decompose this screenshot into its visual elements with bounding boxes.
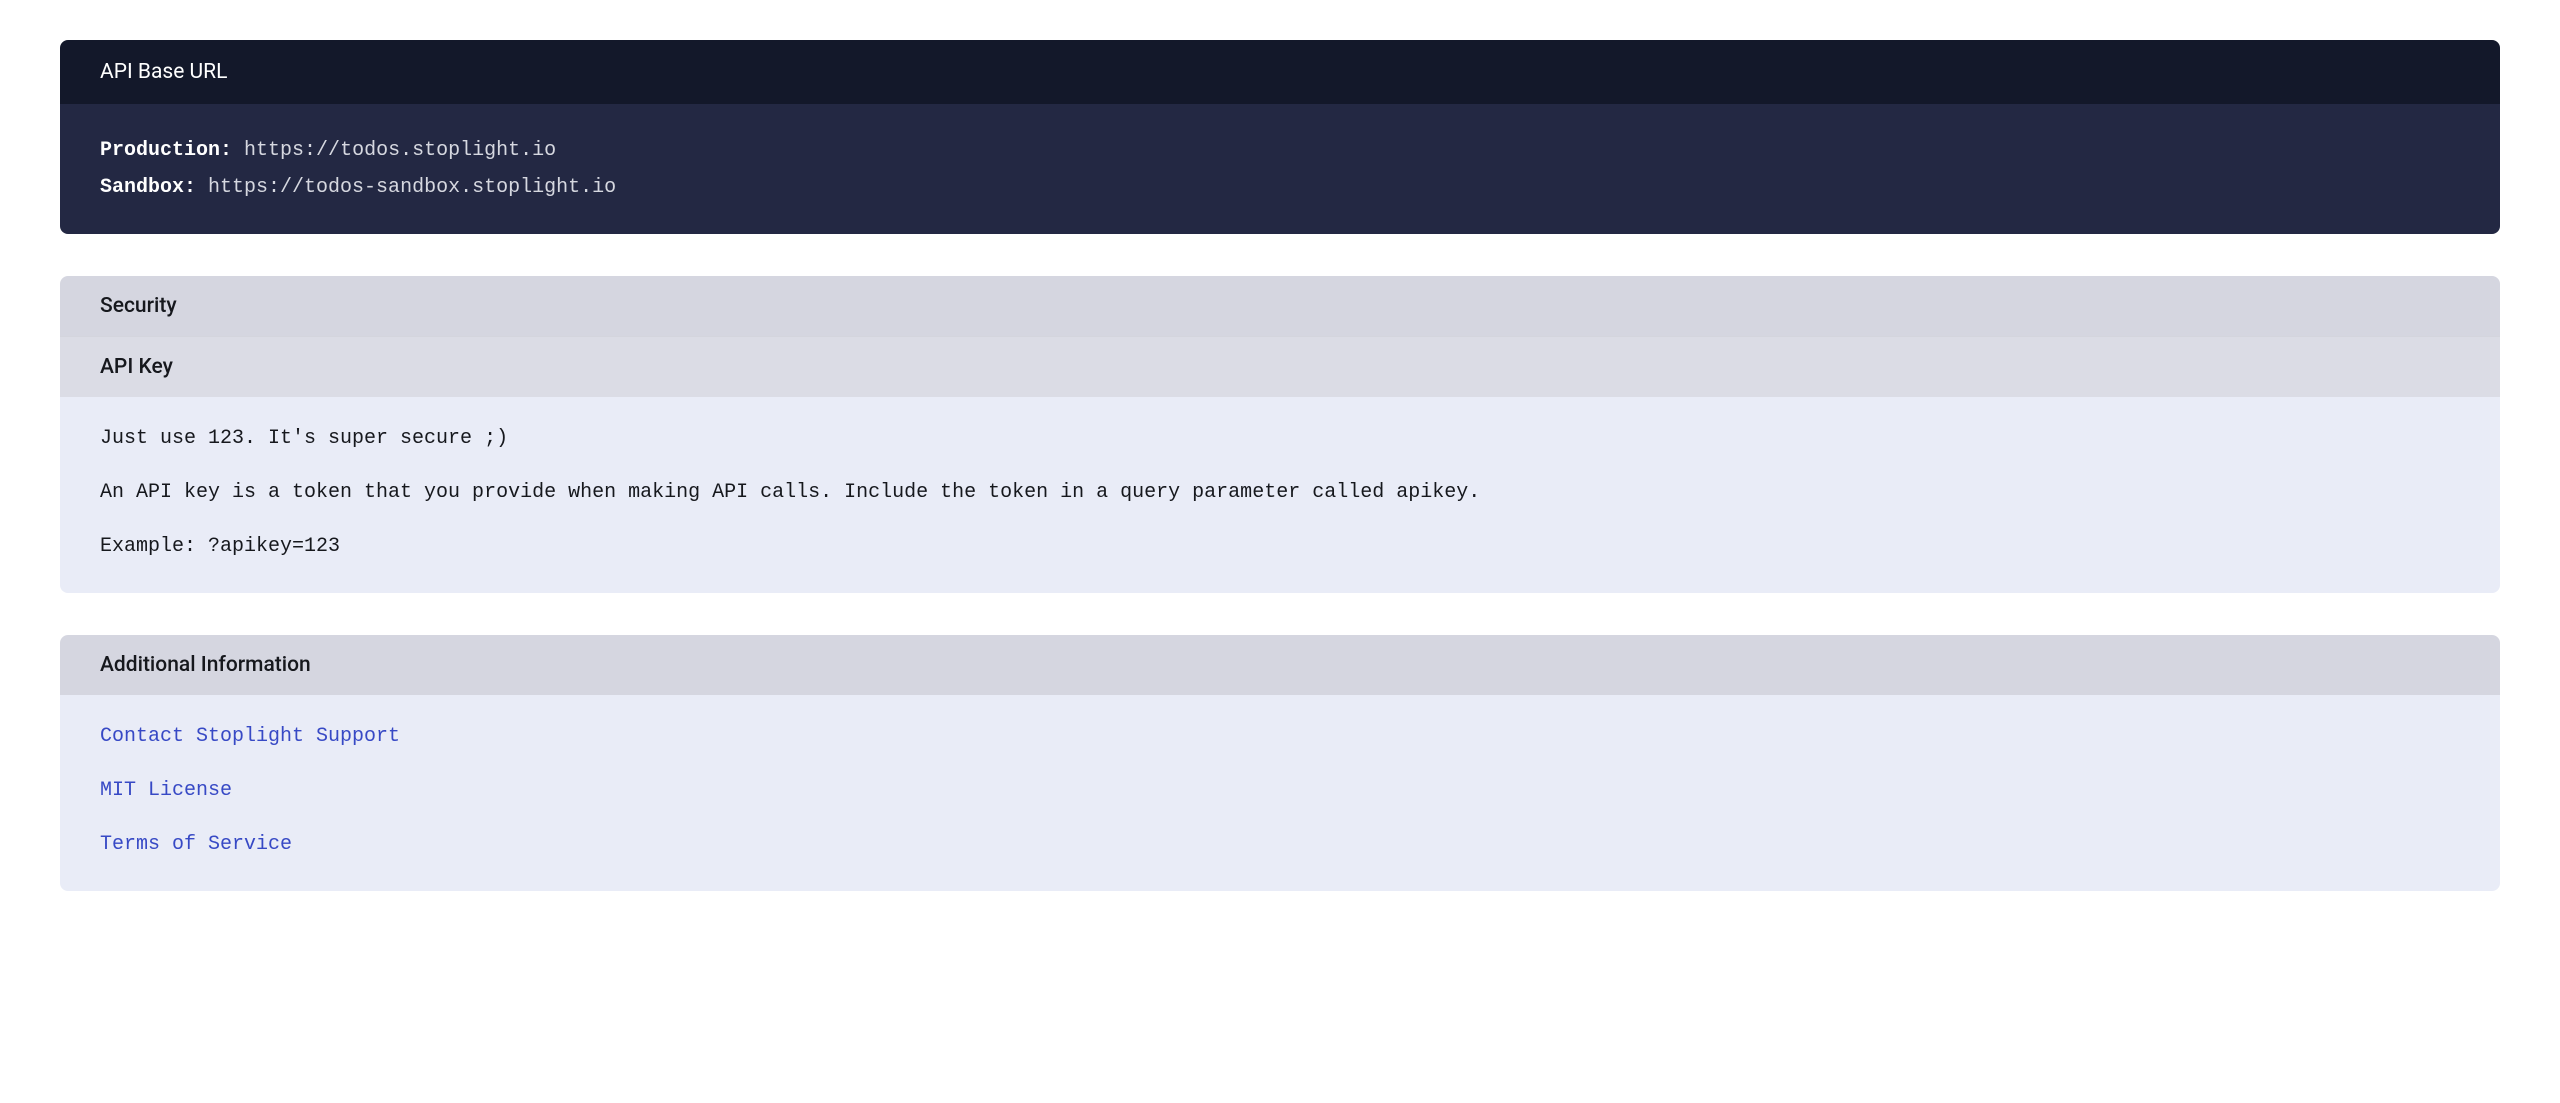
- server-row: Sandbox: https://todos-sandbox.stoplight…: [100, 169, 2460, 206]
- security-subheader: API Key: [60, 336, 2500, 397]
- additional-info-body: Contact Stoplight Support MIT License Te…: [60, 695, 2500, 891]
- api-base-url-body: Production: https://todos.stoplight.io S…: [60, 104, 2500, 234]
- contact-support-link[interactable]: Contact Stoplight Support: [100, 721, 2460, 753]
- security-body: Just use 123. It's super secure ;) An AP…: [60, 397, 2500, 593]
- license-link[interactable]: MIT License: [100, 775, 2460, 807]
- server-label: Production:: [100, 139, 232, 162]
- server-row: Production: https://todos.stoplight.io: [100, 132, 2460, 169]
- additional-info-panel: Additional Information Contact Stoplight…: [60, 635, 2500, 891]
- server-url: https://todos-sandbox.stoplight.io: [208, 176, 616, 199]
- server-url: https://todos.stoplight.io: [244, 139, 556, 162]
- additional-info-header: Additional Information: [60, 635, 2500, 695]
- security-panel: Security API Key Just use 123. It's supe…: [60, 276, 2500, 593]
- api-base-url-panel: API Base URL Production: https://todos.s…: [60, 40, 2500, 234]
- security-text: Just use 123. It's super secure ;): [100, 423, 2460, 455]
- security-header: Security: [60, 276, 2500, 336]
- terms-link[interactable]: Terms of Service: [100, 829, 2460, 861]
- security-text: Example: ?apikey=123: [100, 531, 2460, 563]
- server-label: Sandbox:: [100, 176, 196, 199]
- security-text: An API key is a token that you provide w…: [100, 477, 2460, 509]
- api-base-url-header: API Base URL: [60, 40, 2500, 104]
